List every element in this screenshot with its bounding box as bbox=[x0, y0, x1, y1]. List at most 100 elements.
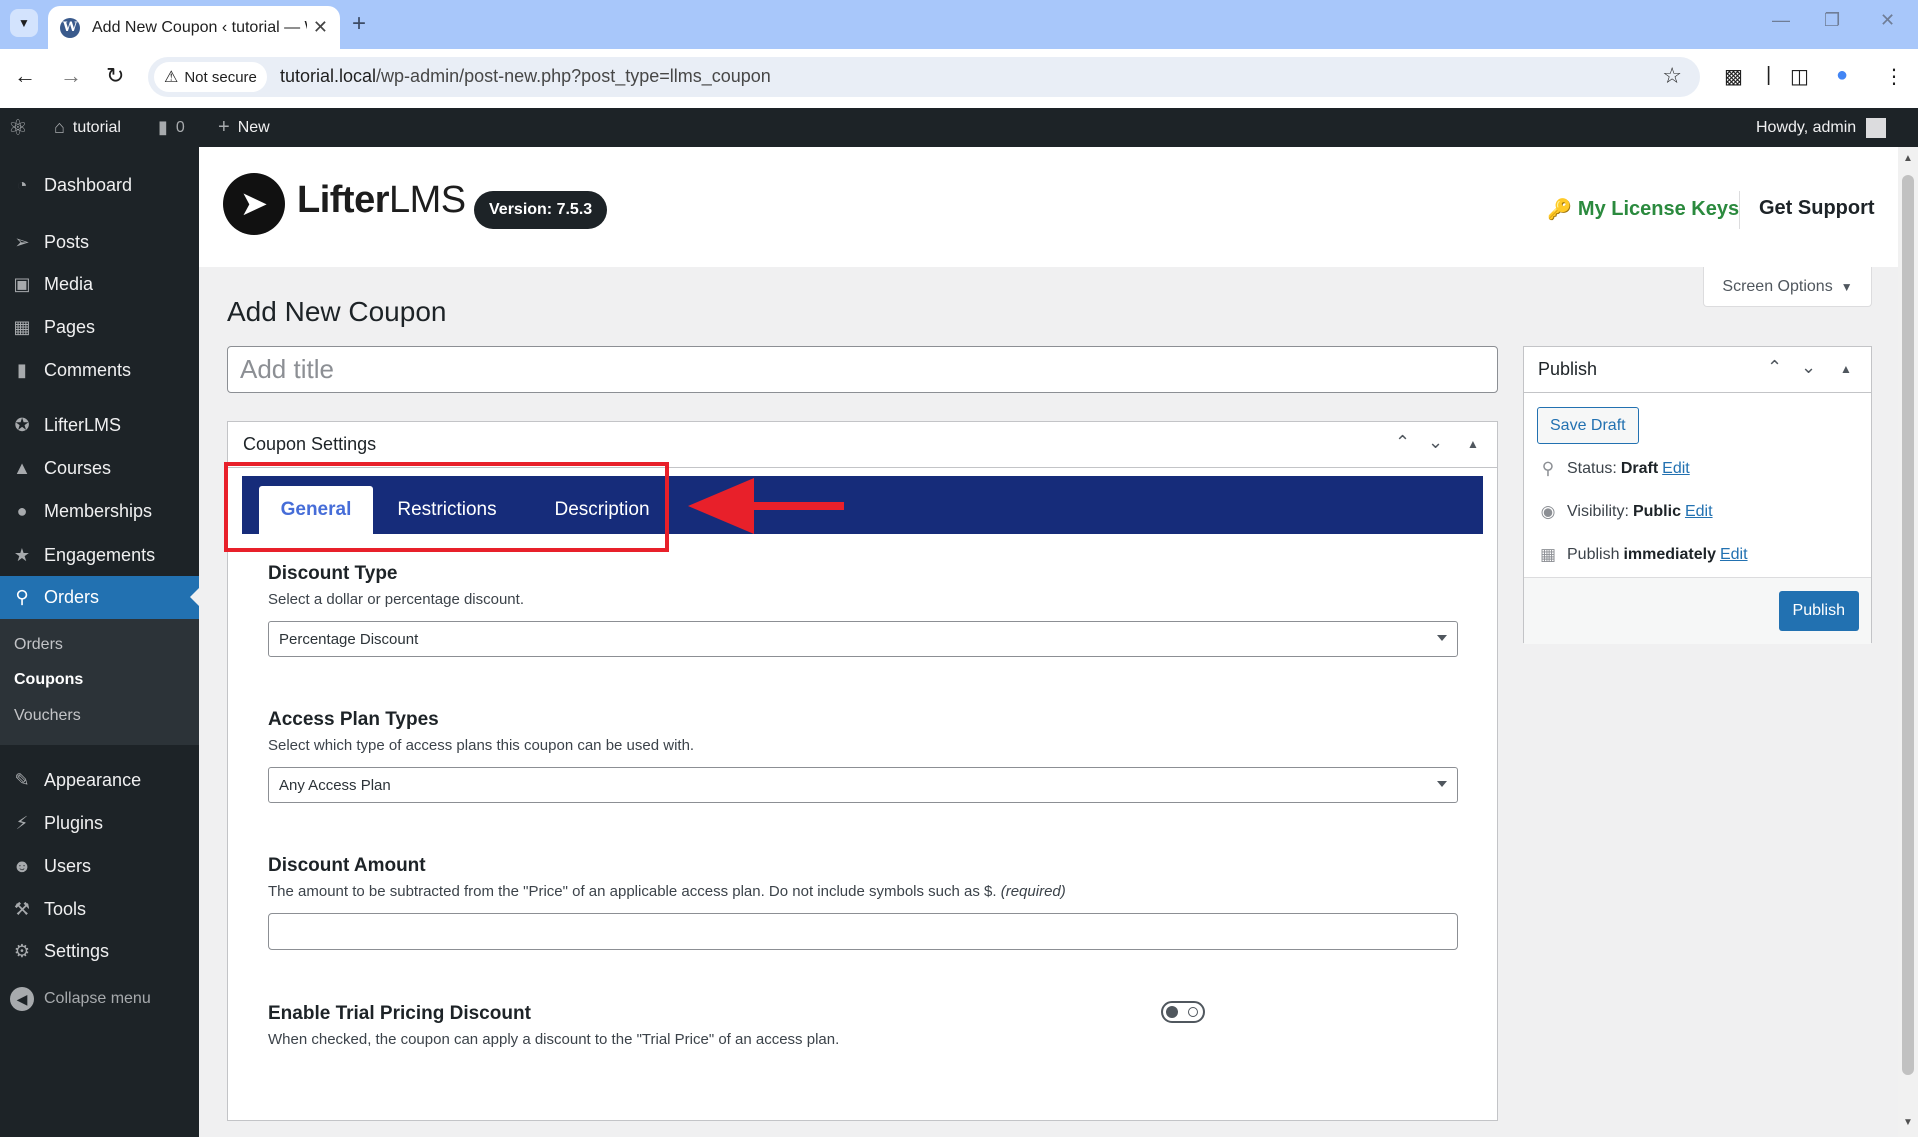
schedule-row: ▦ Publish immediately Edit bbox=[1537, 545, 1748, 565]
scrollbar-thumb[interactable] bbox=[1902, 175, 1914, 1075]
sidebar-item-label: LifterLMS bbox=[44, 414, 122, 435]
trial-discount-description: When checked, the coupon can apply a dis… bbox=[268, 1031, 840, 1048]
reload-icon[interactable]: ↻ bbox=[106, 63, 124, 89]
sidebar-item-label: Plugins bbox=[44, 812, 104, 833]
sidebar-item-tools[interactable]: ⚒ Tools bbox=[0, 889, 199, 929]
scroll-up-icon[interactable]: ▲ bbox=[1903, 153, 1913, 164]
comments-link[interactable]: ▮ 0 bbox=[158, 108, 185, 147]
edit-status-link[interactable]: Edit bbox=[1662, 460, 1690, 478]
access-plan-types-select[interactable]: Any Access Plan bbox=[268, 767, 1458, 803]
new-content-link[interactable]: + New bbox=[218, 108, 270, 147]
sidebar-item-settings[interactable]: ⚙ Settings bbox=[0, 931, 199, 971]
sidebar-item-lifterlms[interactable]: ✪ LifterLMS bbox=[0, 405, 199, 445]
sidebar-item-label: Users bbox=[44, 855, 92, 876]
trial-discount-toggle[interactable] bbox=[1161, 1001, 1205, 1023]
submenu-item-orders[interactable]: Orders bbox=[14, 636, 63, 654]
dropdown-arrow-icon bbox=[1437, 781, 1447, 787]
address-bar[interactable]: ⚠ Not secure tutorial.local/wp-admin/pos… bbox=[148, 57, 1700, 97]
sidebar-item-label: Tools bbox=[44, 898, 87, 919]
users-icon: ☻ bbox=[12, 855, 32, 876]
scroll-down-icon[interactable]: ▼ bbox=[1903, 1117, 1913, 1128]
screen-options-label: Screen Options bbox=[1722, 277, 1833, 295]
divider-icon: | bbox=[1766, 64, 1772, 86]
extensions-icon[interactable]: ▩ bbox=[1724, 64, 1743, 89]
dropdown-arrow-icon bbox=[1437, 635, 1447, 641]
toggle-panel-icon[interactable]: ▲ bbox=[1467, 437, 1479, 451]
sidebar-item-dashboard[interactable]: ◔ Dashboard bbox=[0, 165, 199, 205]
howdy-label: Howdy, admin bbox=[1756, 118, 1857, 136]
header-divider bbox=[1739, 191, 1740, 229]
submenu-item-coupons[interactable]: Coupons bbox=[14, 671, 83, 689]
sidebar-item-comments[interactable]: ▮ Comments bbox=[0, 350, 199, 390]
side-panel-icon[interactable]: ◫ bbox=[1790, 64, 1809, 89]
discount-type-description: Select a dollar or percentage discount. bbox=[268, 591, 524, 608]
plugin-icon: ⚡ bbox=[15, 812, 29, 833]
close-tab-icon[interactable]: ✕ bbox=[313, 17, 328, 38]
status-value: Draft bbox=[1620, 460, 1659, 477]
sidebar-item-media[interactable]: ▣ Media bbox=[0, 264, 199, 304]
sidebar-item-pages[interactable]: ▦ Pages bbox=[0, 307, 199, 347]
screen-options-button[interactable]: Screen Options ▼ bbox=[1703, 267, 1872, 307]
wp-logo-menu[interactable]: ⚛ bbox=[8, 108, 36, 147]
edit-schedule-link[interactable]: Edit bbox=[1720, 546, 1748, 564]
move-down-icon[interactable]: ⌄ bbox=[1801, 357, 1816, 378]
sidebar-item-users[interactable]: ☻ Users bbox=[0, 846, 199, 886]
license-keys-label: My License Keys bbox=[1577, 198, 1740, 220]
license-keys-link[interactable]: 🔑 My License Keys bbox=[1547, 197, 1739, 222]
sidebar-item-appearance[interactable]: ✎ Appearance bbox=[0, 760, 199, 800]
orders-submenu: Orders Coupons Vouchers bbox=[0, 619, 199, 745]
schedule-value: immediately bbox=[1623, 546, 1716, 563]
edit-visibility-link[interactable]: Edit bbox=[1685, 503, 1713, 521]
forward-icon[interactable]: → bbox=[60, 63, 82, 89]
discount-amount-help: The amount to be subtracted from the "Pr… bbox=[268, 883, 997, 900]
back-icon[interactable]: ← bbox=[14, 63, 36, 89]
submenu-item-vouchers[interactable]: Vouchers bbox=[14, 707, 81, 725]
tab-search-button[interactable]: ▼ bbox=[10, 9, 38, 37]
my-account-menu[interactable]: Howdy, admin bbox=[1756, 108, 1887, 147]
save-draft-button[interactable]: Save Draft bbox=[1537, 407, 1639, 444]
engagements-icon: ★ bbox=[13, 544, 31, 565]
get-support-link[interactable]: Get Support bbox=[1759, 197, 1875, 220]
dashboard-icon: ◔ bbox=[16, 174, 28, 195]
profile-icon[interactable]: ● bbox=[1836, 64, 1848, 87]
browser-tab-bar: ▼ W Add New Coupon ‹ tutorial — WordPres… bbox=[0, 0, 1918, 49]
publish-box: Publish ⌃ ⌄ ▲ Save Draft ⚲ Status: Draft… bbox=[1523, 346, 1872, 644]
new-tab-button[interactable]: + bbox=[352, 10, 366, 38]
publish-button[interactable]: Publish bbox=[1778, 591, 1859, 631]
security-chip[interactable]: ⚠ Not secure bbox=[154, 62, 267, 92]
sidebar-item-orders[interactable]: ⚲ Orders bbox=[0, 576, 199, 619]
visibility-label: Visibility: bbox=[1567, 503, 1629, 520]
move-up-icon[interactable]: ⌃ bbox=[1395, 432, 1410, 453]
sidebar-item-label: Engagements bbox=[44, 544, 156, 565]
site-name-link[interactable]: ⌂ tutorial bbox=[54, 108, 121, 147]
schedule-label: Publish bbox=[1567, 546, 1620, 563]
sidebar-item-engagements[interactable]: ★ Engagements bbox=[0, 535, 199, 575]
discount-type-select[interactable]: Percentage Discount bbox=[268, 621, 1458, 657]
toggle-panel-icon[interactable]: ▲ bbox=[1840, 362, 1852, 376]
required-note: (required) bbox=[1000, 883, 1066, 900]
bookmark-star-icon[interactable]: ☆ bbox=[1662, 63, 1682, 89]
browser-menu-icon[interactable]: ⋮ bbox=[1884, 64, 1904, 89]
new-label: New bbox=[237, 118, 270, 136]
sidebar-item-label: Media bbox=[44, 273, 94, 294]
cart-icon: ⚲ bbox=[15, 587, 29, 607]
wp-admin-bar: ⚛ ⌂ tutorial ▮ 0 + New Howdy, admin bbox=[0, 108, 1918, 147]
restore-icon[interactable]: ❐ bbox=[1824, 10, 1840, 31]
courses-icon: ▲ bbox=[13, 457, 31, 478]
sidebar-item-posts[interactable]: ➢ Posts bbox=[0, 222, 199, 262]
minimize-icon[interactable]: — bbox=[1772, 10, 1790, 31]
sidebar-item-plugins[interactable]: ⚡ Plugins bbox=[0, 803, 199, 843]
sidebar-item-memberships[interactable]: ● Memberships bbox=[0, 491, 199, 531]
discount-amount-input[interactable] bbox=[268, 913, 1458, 950]
browser-tab[interactable]: W Add New Coupon ‹ tutorial — WordPress … bbox=[48, 6, 340, 49]
collapse-menu-button[interactable]: ◀ Collapse menu bbox=[10, 987, 151, 1011]
close-window-icon[interactable]: ✕ bbox=[1880, 10, 1895, 31]
url-text[interactable]: tutorial.local/wp-admin/post-new.php?pos… bbox=[280, 66, 771, 87]
sidebar-item-courses[interactable]: ▲ Courses bbox=[0, 448, 199, 488]
move-up-icon[interactable]: ⌃ bbox=[1767, 357, 1782, 378]
post-title-input[interactable] bbox=[227, 346, 1498, 393]
page-scrollbar[interactable]: ▲ ▼ bbox=[1898, 147, 1918, 1137]
move-down-icon[interactable]: ⌄ bbox=[1428, 432, 1443, 453]
site-name: tutorial bbox=[72, 118, 121, 136]
settings-icon: ⚙ bbox=[13, 940, 31, 961]
